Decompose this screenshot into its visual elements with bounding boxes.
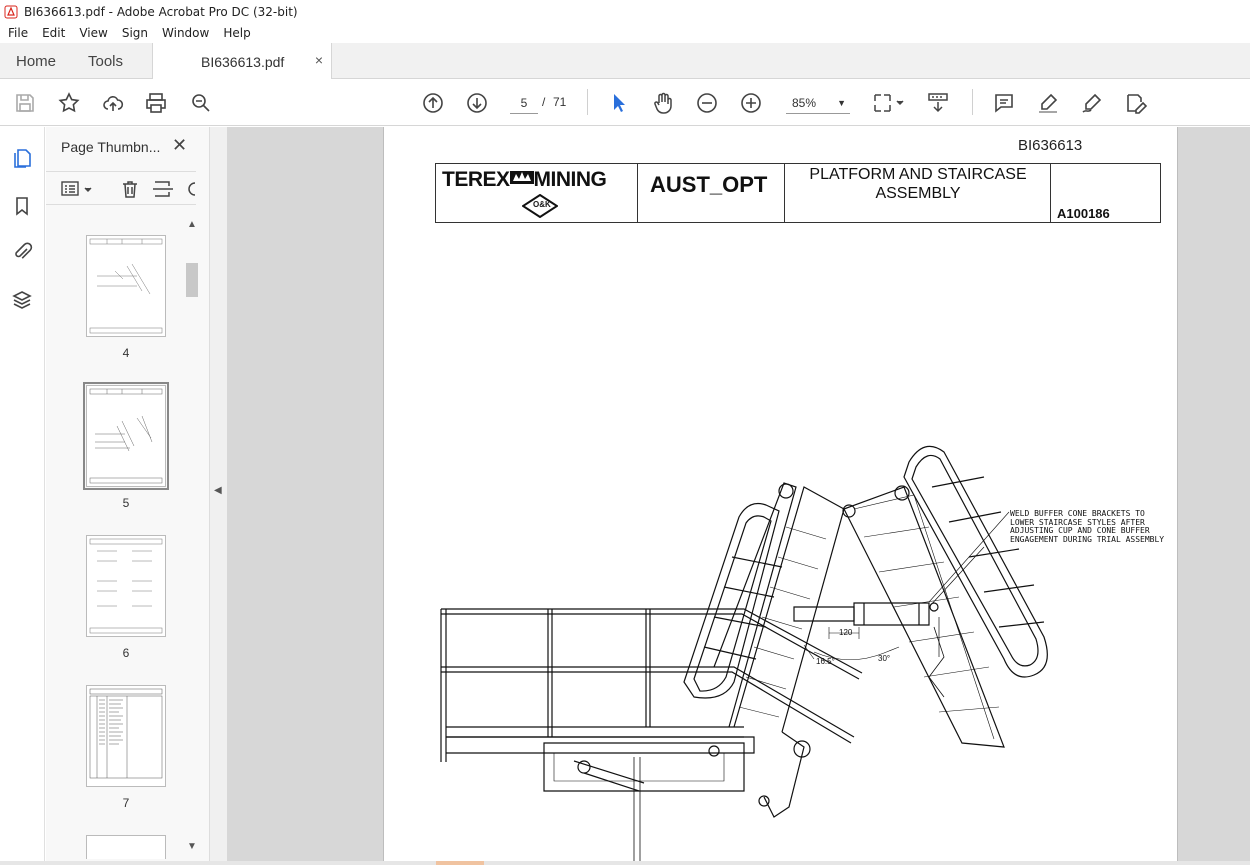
- menu-edit[interactable]: Edit: [42, 26, 65, 40]
- bookmark-star-icon[interactable]: [57, 91, 81, 115]
- tab-document[interactable]: BI636613.pdf ×: [152, 43, 332, 79]
- thumbnail-page-label: 5: [122, 496, 130, 510]
- page-thumbnail[interactable]: [86, 835, 166, 859]
- crown-icon: [509, 167, 534, 184]
- panel-title: Page Thumbn...: [61, 139, 161, 155]
- page-thumbnail[interactable]: [86, 535, 166, 637]
- page-thumbnail-selected[interactable]: [83, 382, 169, 490]
- tab-home[interactable]: Home: [16, 53, 56, 70]
- extract-pages-icon[interactable]: [152, 179, 174, 199]
- close-panel-icon[interactable]: ✕: [172, 135, 187, 156]
- document-viewer[interactable]: BI636613 TEREX MINING O&K AUST_OPT PLATFO…: [227, 127, 1250, 861]
- zoom-in-icon[interactable]: [739, 91, 763, 115]
- attachments-icon[interactable]: [11, 241, 35, 265]
- brand-right: MINING: [533, 168, 607, 191]
- ok-logo: O&K: [521, 193, 559, 219]
- model-code: AUST_OPT: [650, 172, 768, 197]
- zoom-level-select[interactable]: 85% ▼: [786, 92, 850, 114]
- toolbar: 5 / 71 85% ▼: [0, 79, 1250, 126]
- close-tab-icon[interactable]: ×: [315, 52, 323, 68]
- drawing-number: A100186: [1057, 206, 1110, 221]
- note-line: ENGAGEMENT DURING TRIAL ASSEMBLY: [1010, 534, 1165, 544]
- drawing-number-cell: A100186: [1051, 164, 1160, 222]
- tab-tools[interactable]: Tools: [88, 53, 123, 70]
- menu-view[interactable]: View: [79, 26, 107, 40]
- dimension-label: 120: [839, 628, 853, 637]
- layers-icon[interactable]: [11, 289, 35, 313]
- toolbar-divider: [972, 89, 973, 115]
- next-page-icon[interactable]: [465, 91, 489, 115]
- pdf-page: BI636613 TEREX MINING O&K AUST_OPT PLATFO…: [383, 127, 1178, 861]
- collapse-left-icon: ◀: [214, 485, 222, 496]
- page-thumbnail[interactable]: [86, 685, 166, 787]
- dimension-label: 16.5°: [816, 657, 835, 666]
- dimension-label: 30°: [878, 654, 891, 663]
- title-cell: PLATFORM AND STAIRCASE ASSEMBLY: [785, 164, 1051, 222]
- thumbnail-options-icon[interactable]: [60, 180, 94, 198]
- page-total: 71: [553, 95, 567, 109]
- ok-logo-text: O&K: [533, 200, 551, 209]
- menu-bar: File Edit View Sign Window Help: [0, 23, 1250, 43]
- upload-cloud-icon[interactable]: [101, 91, 125, 115]
- scrollbar-thumb[interactable]: [186, 263, 198, 297]
- menu-sign[interactable]: Sign: [122, 26, 148, 40]
- previous-page-icon[interactable]: [421, 91, 445, 115]
- menu-file[interactable]: File: [8, 26, 28, 40]
- thumbnail-page-label: 7: [122, 796, 130, 810]
- comment-icon[interactable]: [992, 91, 1016, 115]
- drawing-title-line2: ASSEMBLY: [875, 185, 961, 202]
- page-thumbnails-icon[interactable]: [11, 147, 35, 171]
- edit-pdf-icon[interactable]: [1124, 91, 1148, 115]
- thumbnail-page-label: 4: [122, 346, 130, 360]
- thumbnail-page-label: 6: [122, 646, 130, 660]
- page-separator: /: [542, 95, 546, 109]
- drawing-title-line1: PLATFORM AND STAIRCASE: [809, 166, 1027, 183]
- document-id: BI636613: [1018, 137, 1083, 154]
- delete-page-icon[interactable]: [120, 179, 140, 199]
- toolbar-divider: [587, 89, 588, 115]
- select-cursor-icon[interactable]: [607, 91, 631, 115]
- title-bar: BI636613.pdf - Adobe Acrobat Pro DC (32-…: [0, 0, 1250, 23]
- draw-sign-icon[interactable]: [1080, 91, 1104, 115]
- rotate-page-icon[interactable]: [186, 179, 196, 199]
- panel-collapse-handle[interactable]: ◀: [210, 127, 227, 865]
- thumbnails-panel: Page Thumbn... ✕ 4 5 6 7 ▲ ▼: [46, 127, 210, 865]
- tab-bar: Home Tools BI636613.pdf ×: [0, 43, 1250, 79]
- horizontal-scrollbar[interactable]: [0, 861, 1250, 865]
- page-fit-icon[interactable]: [872, 91, 906, 115]
- scrollbar-thumb[interactable]: [436, 861, 484, 865]
- scroll-down-icon[interactable]: ▼: [187, 841, 197, 852]
- acrobat-icon: [4, 5, 18, 18]
- zoom-search-icon[interactable]: [189, 91, 213, 115]
- bookmarks-icon[interactable]: [11, 195, 35, 219]
- zoom-out-icon[interactable]: [695, 91, 719, 115]
- highlight-pen-icon[interactable]: [1036, 91, 1060, 115]
- menu-window[interactable]: Window: [162, 26, 209, 40]
- brand-cell: TEREX MINING O&K: [436, 164, 638, 222]
- drawing-note: WELD BUFFER CONE BRACKETS TO LOWER STAIR…: [1010, 509, 1170, 544]
- print-icon[interactable]: [144, 91, 168, 115]
- chevron-down-icon: ▼: [837, 98, 846, 108]
- page-number-input[interactable]: 5: [510, 92, 538, 114]
- drawing-title-block: TEREX MINING O&K AUST_OPT PLATFORM AND ST…: [435, 163, 1161, 223]
- brand-logo: TEREX MINING: [442, 167, 607, 192]
- thumbnail-scrollbar[interactable]: ▲ ▼: [184, 219, 200, 859]
- brand-left: TEREX: [442, 168, 510, 191]
- scroll-mode-icon[interactable]: [926, 91, 950, 115]
- menu-help[interactable]: Help: [223, 26, 250, 40]
- left-rail: [0, 127, 45, 865]
- staircase-drawing: [440, 445, 1048, 861]
- panel-toolbar: [46, 171, 196, 205]
- save-icon[interactable]: [13, 91, 37, 115]
- scroll-up-icon[interactable]: ▲: [187, 219, 197, 230]
- tab-document-label: BI636613.pdf: [201, 54, 285, 70]
- model-cell: AUST_OPT: [638, 164, 785, 222]
- hand-tool-icon[interactable]: [651, 91, 675, 115]
- zoom-level-value: 85%: [792, 96, 817, 110]
- page-thumbnail[interactable]: [86, 235, 166, 337]
- window-title: BI636613.pdf - Adobe Acrobat Pro DC (32-…: [24, 4, 298, 19]
